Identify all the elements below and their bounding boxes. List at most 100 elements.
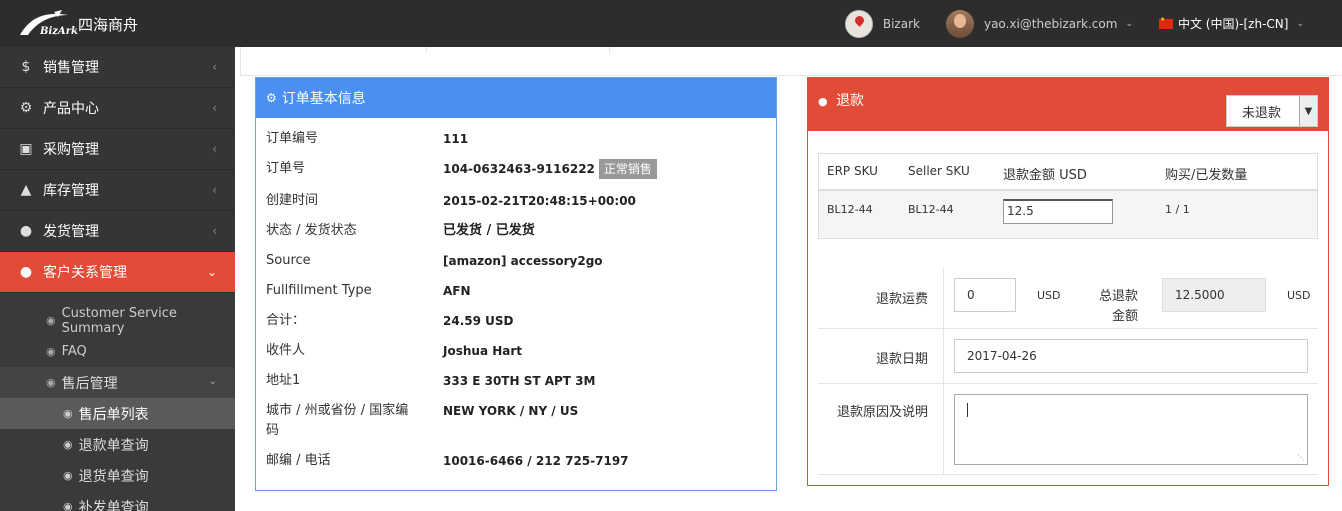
sidebar-item-label: 发货管理 bbox=[43, 224, 99, 240]
field-value: 2015-02-21T20:48:15+00:00 bbox=[443, 194, 636, 208]
field-value: NEW YORK / NY / US bbox=[443, 404, 579, 418]
sidebar-item-sales[interactable]: $ 销售管理 ‹ bbox=[0, 47, 235, 88]
field-label: 合计： bbox=[266, 313, 306, 328]
tab-divider bbox=[609, 47, 610, 53]
sidebar-subsubitem-label: 退货单查询 bbox=[78, 468, 149, 485]
sidebar-subsubitem-reship-query[interactable]: ◉ 补发单查询 bbox=[0, 491, 235, 511]
main-content: ⚙ 订单基本信息 订单编号 111 订单号 104-0632463-911622… bbox=[235, 47, 1342, 511]
circle-icon: ● bbox=[19, 223, 33, 239]
user-menu[interactable]: yao.xi@thebizark.com ⌄ bbox=[945, 9, 1133, 38]
form-column-divider bbox=[943, 268, 944, 474]
circle-dot-icon: ◉ bbox=[63, 407, 73, 420]
refund-reason-label: 退款原因及说明 bbox=[836, 405, 928, 420]
sidebar-item-products[interactable]: ⚙ 产品中心 ‹ bbox=[0, 88, 235, 129]
brand-name: 四海商舟 bbox=[78, 15, 139, 34]
sidebar-subsubitem-label: 补发单查询 bbox=[78, 499, 149, 511]
refund-title-wrap: ● 退款 bbox=[818, 90, 864, 110]
form-divider bbox=[818, 383, 1318, 384]
chevron-down-icon: ⌄ bbox=[1125, 18, 1133, 29]
refund-status-select[interactable]: 未退款 ▼ bbox=[1226, 95, 1318, 127]
field-value: 104-0632463-9116222 正常销售 bbox=[443, 159, 773, 179]
shipping-refund-input[interactable]: 0 bbox=[954, 278, 1016, 312]
field-value: 111 bbox=[443, 132, 469, 146]
column-header-refund-amount: 退款金额 USD bbox=[1003, 168, 1087, 183]
sidebar-item-shipping[interactable]: ● 发货管理 ‹ bbox=[0, 211, 235, 252]
sidebar-subsubitem-label: 退款单查询 bbox=[78, 437, 149, 454]
total-refund-input: 12.5000 bbox=[1162, 278, 1266, 312]
store-avatar bbox=[844, 9, 873, 38]
circle-dot-icon: ◉ bbox=[63, 469, 73, 482]
refund-amount-input[interactable]: 12.5 bbox=[1003, 199, 1113, 224]
order-info-header: ⚙ 订单基本信息 bbox=[256, 78, 776, 118]
chevron-left-icon: ‹ bbox=[212, 142, 217, 156]
chevron-left-icon: ‹ bbox=[212, 224, 217, 238]
field-value: 24.59 USD bbox=[443, 314, 514, 328]
sidebar-subsubitem-refund-query[interactable]: ◉ 退款单查询 bbox=[0, 429, 235, 460]
column-header-qty: 购买/已发数量 bbox=[1165, 168, 1248, 183]
refund-date-input[interactable]: 2017-04-26 bbox=[954, 339, 1308, 373]
refund-sku-table: ERP SKU Seller SKU 退款金额 USD 购买/已发数量 BL12… bbox=[818, 153, 1318, 239]
total-unit: USD bbox=[1287, 289, 1311, 302]
chevron-left-icon: ‹ bbox=[212, 183, 217, 197]
sidebar-item-label: 销售管理 bbox=[43, 60, 99, 76]
order-number: 104-0632463-9116222 bbox=[443, 162, 595, 176]
chevron-down-icon: ⌄ bbox=[208, 376, 217, 387]
cogs-icon: ⚙ bbox=[266, 91, 277, 105]
circle-dot-icon: ◉ bbox=[46, 376, 56, 389]
column-header-erp-sku: ERP SKU bbox=[827, 164, 878, 178]
comments-icon: ● bbox=[818, 95, 828, 108]
field-label: Fullfillment Type bbox=[266, 283, 372, 298]
refund-status-value: 未退款 bbox=[1242, 105, 1282, 121]
circle-dot-icon: ◉ bbox=[63, 438, 73, 451]
resize-grip-icon[interactable]: ⋱ bbox=[1297, 453, 1305, 462]
store-switcher[interactable]: Bizark bbox=[844, 9, 920, 38]
language-menu[interactable]: 中文 (中国)-[zh-CN] ⌄ bbox=[1158, 15, 1304, 32]
refund-reason-textarea[interactable]: ⋱ bbox=[954, 394, 1308, 465]
circle-dot-icon: ◉ bbox=[46, 314, 56, 327]
field-label: 收件人 bbox=[266, 343, 306, 358]
brand-logo: BizArk bbox=[18, 9, 78, 39]
cogs-icon: ⚙ bbox=[19, 100, 33, 116]
brand[interactable]: BizArk 四海商舟 bbox=[18, 8, 138, 40]
chevron-left-icon: ‹ bbox=[212, 60, 217, 74]
sidebar-subitem-label: FAQ bbox=[61, 344, 87, 359]
android-icon: ▲ bbox=[20, 182, 32, 198]
chevron-down-icon: ⌄ bbox=[1296, 18, 1304, 29]
china-flag-icon bbox=[1158, 16, 1173, 29]
form-divider bbox=[818, 474, 1318, 475]
circle-icon: ● bbox=[19, 264, 33, 280]
refund-title: 退款 bbox=[836, 93, 865, 109]
top-nav-right: Bizark yao.xi@thebizark.com ⌄ 中文 (中国)-[z… bbox=[844, 0, 1342, 47]
field-value: 已发货 / 已发货 bbox=[443, 223, 535, 238]
sidebar-subitem-label: 售后管理 bbox=[61, 375, 118, 392]
column-header-seller-sku: Seller SKU bbox=[908, 164, 970, 178]
sidebar-subitem-customer-service-summary[interactable]: ◉ Customer Service Summary bbox=[0, 305, 235, 336]
tab-strip bbox=[240, 47, 1342, 76]
field-label: Source bbox=[266, 253, 311, 268]
refund-header: ● 退款 未退款 ▼ bbox=[808, 78, 1328, 131]
total-refund-label: 总退款金额 bbox=[1098, 289, 1138, 324]
top-navbar: BizArk 四海商舟 Bizark yao.xi@thebizark.com … bbox=[0, 0, 1342, 47]
cell-erp-sku: BL12-44 bbox=[827, 203, 873, 216]
sidebar-item-crm[interactable]: ● 客户关系管理 ⌄ bbox=[0, 252, 235, 293]
refund-date-label: 退款日期 bbox=[875, 352, 928, 367]
field-value: 333 E 30TH ST APT 3M bbox=[443, 374, 596, 388]
order-info-panel: ⚙ 订单基本信息 订单编号 111 订单号 104-0632463-911622… bbox=[255, 77, 777, 491]
field-label: 邮编 / 电话 bbox=[266, 453, 331, 468]
field-label: 地址1 bbox=[266, 373, 301, 388]
sidebar-subsubitem-return-query[interactable]: ◉ 退货单查询 bbox=[0, 460, 235, 491]
store-name: Bizark bbox=[882, 16, 920, 31]
sidebar-subitem-label: Customer Service Summary bbox=[61, 305, 177, 336]
sidebar-subsubitem-after-sales-list[interactable]: ◉ 售后单列表 bbox=[0, 398, 235, 429]
sidebar-subitem-faq[interactable]: ◉ FAQ bbox=[0, 336, 235, 367]
field-value: [amazon] accessory2go bbox=[443, 254, 603, 268]
submenu-spacer bbox=[0, 293, 235, 305]
tab-divider bbox=[426, 47, 427, 53]
field-value: Joshua Hart bbox=[443, 344, 523, 358]
sidebar-item-inventory[interactable]: ▲ 库存管理 ‹ bbox=[0, 170, 235, 211]
sidebar-item-label: 产品中心 bbox=[43, 101, 99, 117]
field-label: 订单号 bbox=[266, 161, 306, 176]
sidebar-item-purchasing[interactable]: ▣ 采购管理 ‹ bbox=[0, 129, 235, 170]
chevron-down-icon: ⌄ bbox=[206, 265, 217, 279]
sidebar-subitem-after-sales[interactable]: ◉ 售后管理 ⌄ bbox=[0, 367, 235, 398]
